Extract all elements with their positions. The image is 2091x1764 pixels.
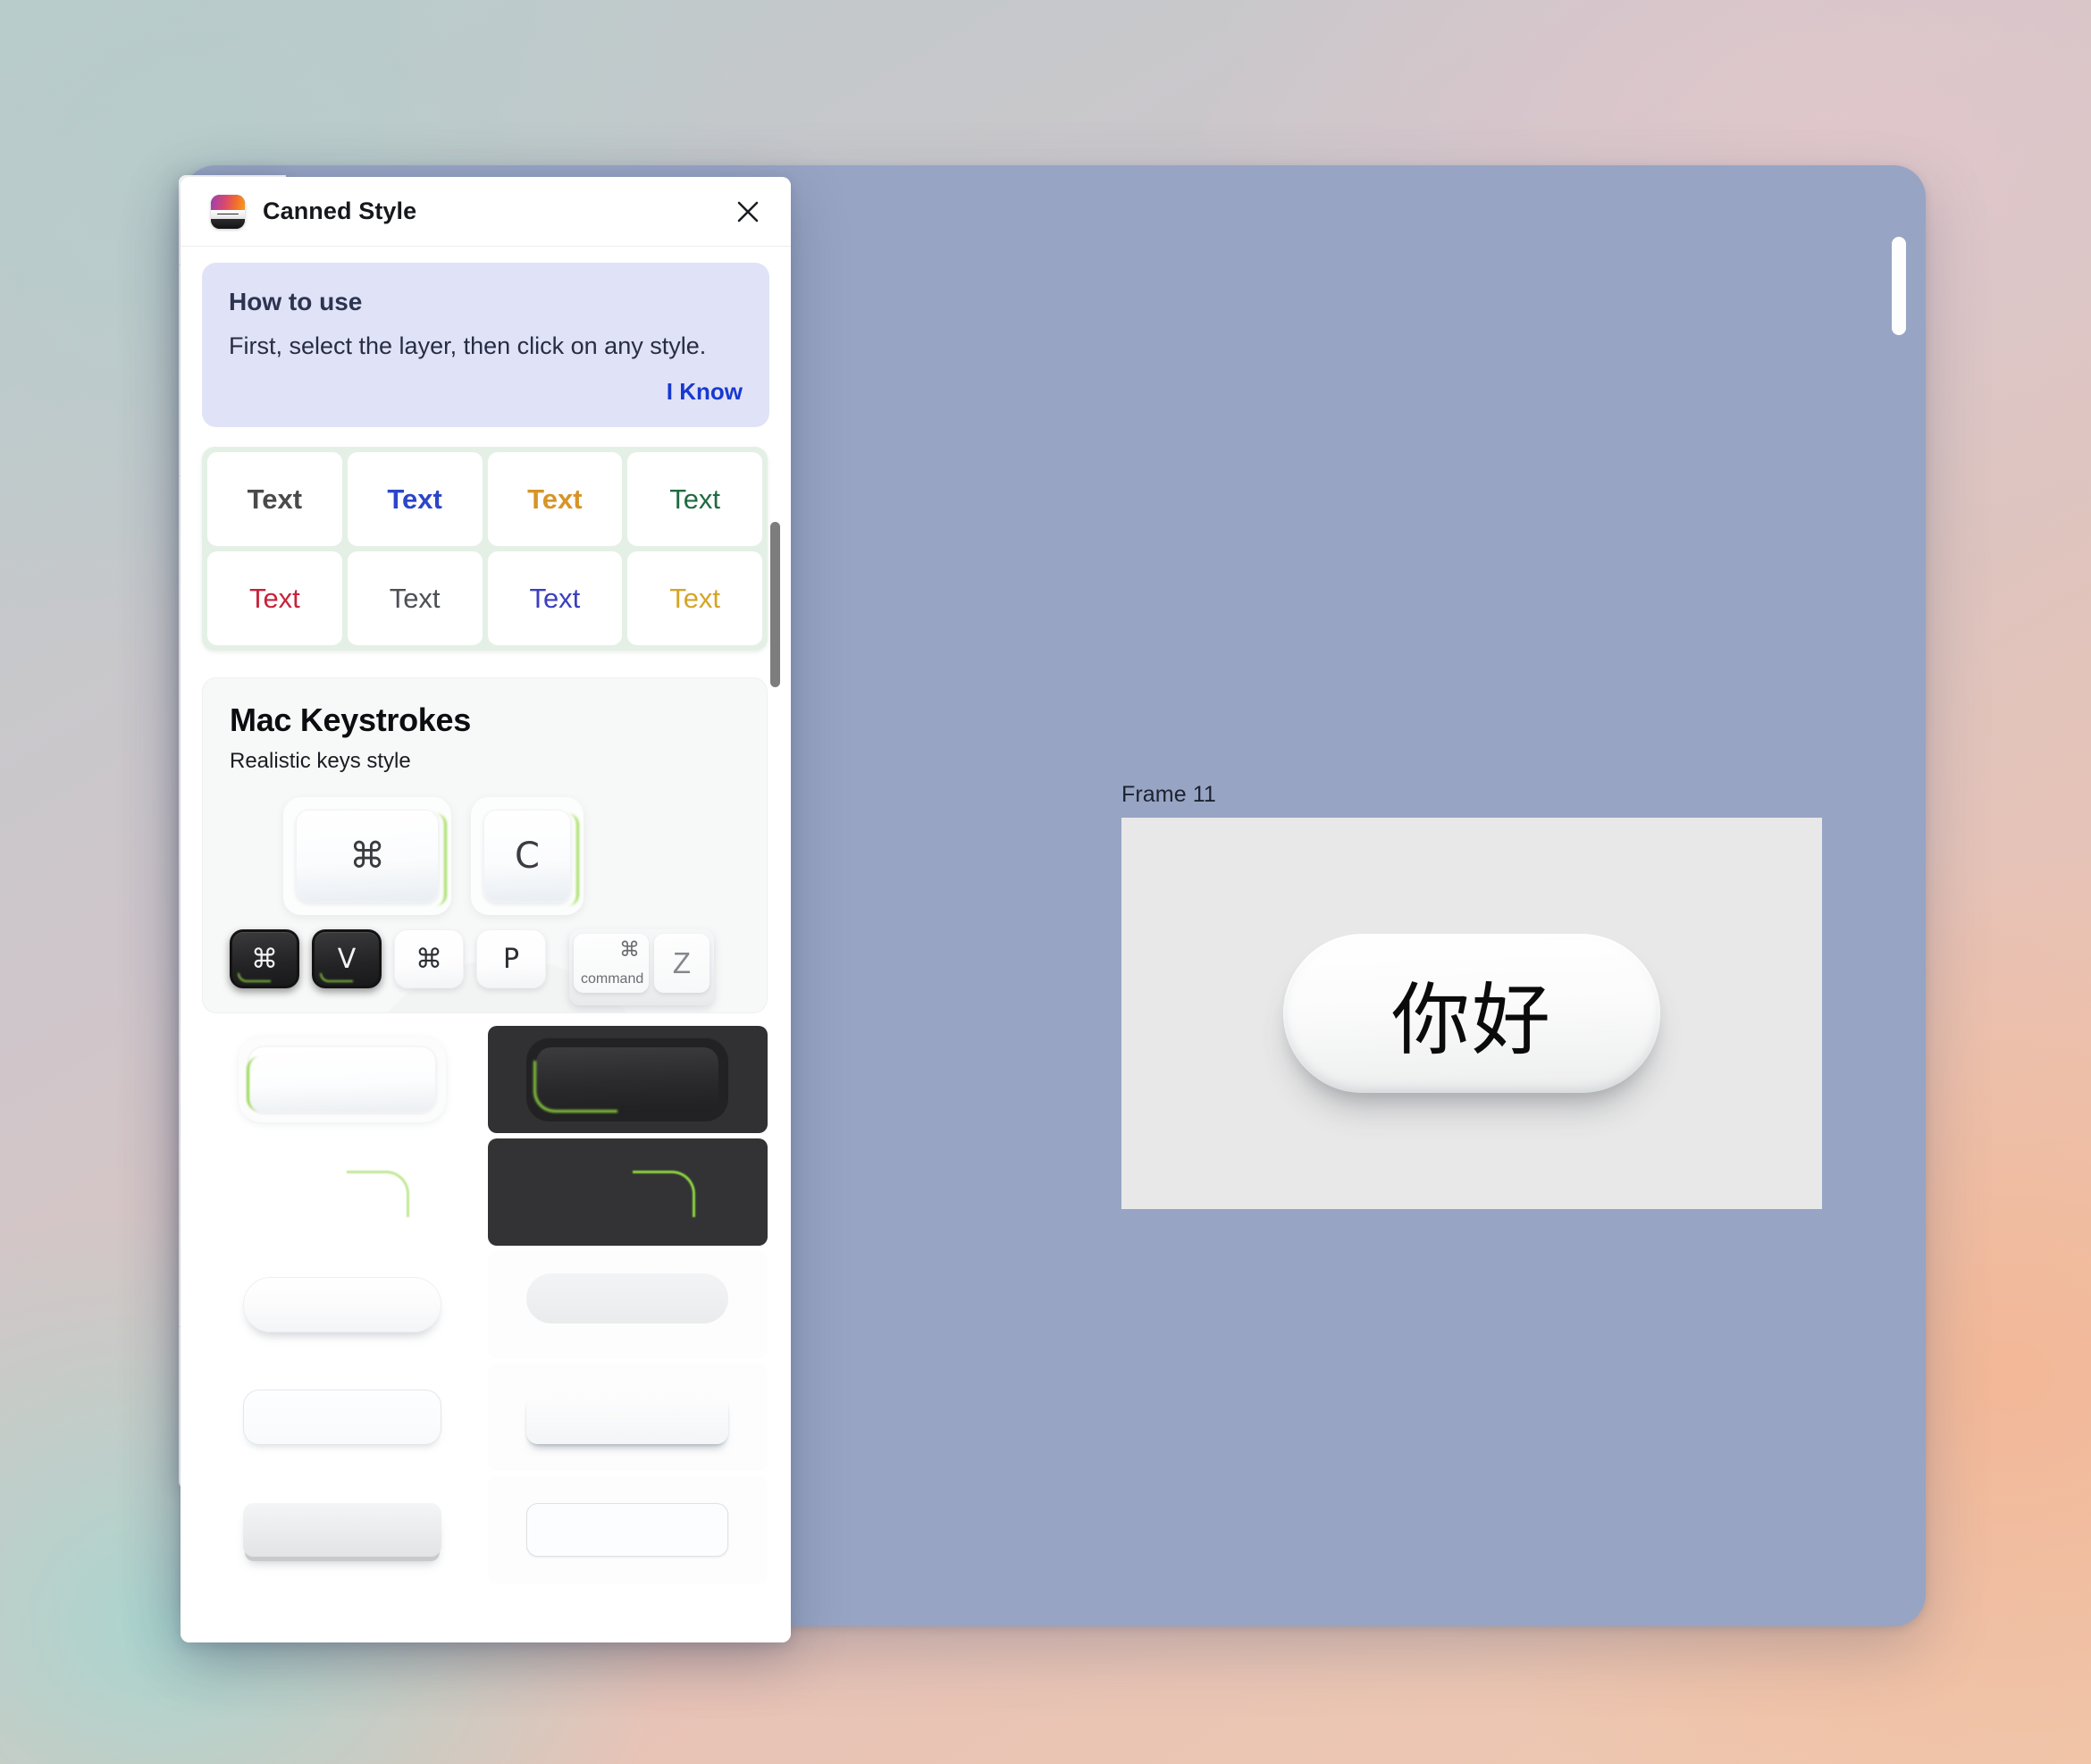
big-command-key: ⌘ — [296, 810, 439, 903]
swatch-dark-inset-glow[interactable] — [487, 1026, 768, 1134]
z-key-label: Z — [672, 946, 692, 980]
i-know-button[interactable]: I Know — [229, 378, 743, 406]
text-style-grid: Text Text Text Text Text Text Text Text — [202, 447, 768, 651]
mac-keystrokes-subtitle: Realistic keys style — [230, 749, 411, 774]
text-style-cell[interactable]: Text — [207, 452, 342, 547]
text-style-cell[interactable]: Text — [627, 452, 762, 547]
modal-scrollbar[interactable] — [770, 522, 780, 687]
command-key-word: command — [581, 971, 644, 987]
light-p-key-label: P — [502, 943, 520, 975]
how-to-use-title: How to use — [229, 288, 363, 315]
text-style-cell[interactable]: Text — [487, 551, 623, 646]
frame-label[interactable]: Frame 11 — [1121, 782, 1822, 808]
small-keys-row: ⌘ V ⌘ P ⌘ command Z — [230, 929, 740, 1006]
swatch-dark-corner-glow[interactable] — [487, 1138, 768, 1247]
text-style-cell[interactable]: Text — [347, 452, 483, 547]
big-command-key-label: ⌘ — [349, 836, 385, 878]
canned-style-modal: Canned Style How to use First, select th… — [181, 177, 791, 1642]
swatch-hard-bevel-pill[interactable] — [202, 1476, 483, 1584]
frame-wrapper: Frame 11 你好 — [1121, 782, 1822, 1209]
dark-command-key[interactable]: ⌘ — [230, 929, 299, 989]
mac-keystrokes-card[interactable]: Mac Keystrokes Realistic keys style ⌘ C … — [202, 677, 768, 1014]
swatch-flat-gray-pill[interactable] — [487, 1251, 768, 1359]
big-c-key-label: C — [515, 836, 540, 878]
hello-button-label: 你好 — [1390, 973, 1552, 1066]
how-to-use-banner: How to use First, select the layer, then… — [202, 263, 769, 428]
big-c-key-holder[interactable]: C — [471, 797, 584, 916]
big-c-key: C — [483, 810, 571, 903]
close-icon — [737, 201, 759, 222]
light-command-key[interactable]: ⌘ — [394, 929, 464, 989]
hello-button[interactable]: 你好 — [1283, 934, 1660, 1093]
text-style-cell-label: Text — [248, 582, 300, 614]
how-to-use-text: First, select the layer, then click on a… — [229, 332, 707, 359]
text-style-cell-label: Text — [387, 483, 442, 515]
z-key: Z — [654, 934, 710, 994]
text-style-cell-label: Text — [669, 582, 721, 614]
frame-canvas[interactable]: 你好 — [1121, 818, 1822, 1209]
close-button[interactable] — [728, 192, 768, 231]
text-style-cell[interactable]: Text — [207, 551, 342, 646]
text-style-cell[interactable]: Text — [347, 551, 483, 646]
canvas-scrollbar[interactable] — [1892, 237, 1906, 335]
swatch-soft-pill[interactable] — [202, 1251, 483, 1359]
text-style-cell-label: Text — [389, 582, 441, 614]
swatch-light-corner-glow[interactable] — [202, 1138, 483, 1247]
dark-v-key[interactable]: V — [312, 929, 382, 989]
style-swatch-grid — [202, 1026, 768, 1584]
big-keys-row: ⌘ C — [230, 797, 740, 916]
swatch-thin-border-pill[interactable] — [487, 1476, 768, 1584]
text-style-cell[interactable]: Text — [487, 452, 623, 547]
command-glyph-icon: ⌘ — [619, 938, 640, 962]
canned-style-app-icon — [211, 194, 245, 229]
swatch-light-inset-glow[interactable] — [202, 1026, 483, 1134]
dark-command-key-label: ⌘ — [251, 943, 278, 975]
swatch-drop-shadow-pill[interactable] — [487, 1364, 768, 1472]
modal-title: Canned Style — [263, 197, 417, 224]
text-style-cell-label: Text — [669, 483, 721, 515]
swatch-outlined-pill[interactable] — [202, 1364, 483, 1472]
text-style-cell[interactable]: Text — [627, 551, 762, 646]
light-command-key-label: ⌘ — [416, 943, 442, 975]
mac-keystrokes-title: Mac Keystrokes — [230, 701, 471, 739]
command-key-group[interactable]: ⌘ command Z — [569, 929, 714, 1006]
text-style-cell-label: Text — [247, 483, 303, 515]
modal-header: Canned Style — [181, 177, 791, 247]
dark-v-key-label: V — [337, 943, 357, 975]
command-key: ⌘ command — [574, 934, 649, 994]
modal-body: How to use First, select the layer, then… — [181, 247, 791, 1642]
big-command-key-holder[interactable]: ⌘ — [283, 797, 451, 916]
light-p-key[interactable]: P — [476, 929, 546, 989]
text-style-cell-label: Text — [529, 582, 581, 614]
text-style-cell-label: Text — [527, 483, 583, 515]
